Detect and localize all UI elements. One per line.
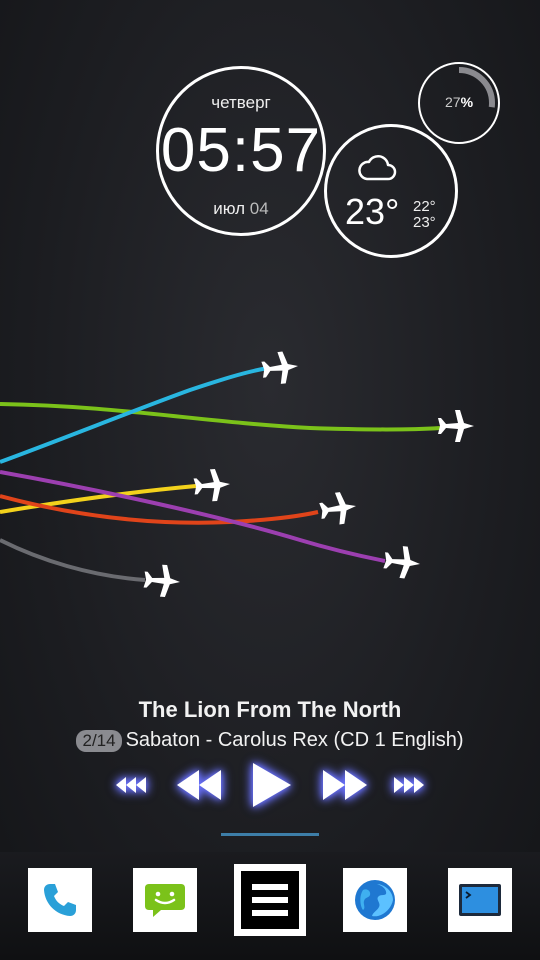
music-track-title[interactable]: The Lion From The North <box>0 697 540 723</box>
clock-time: 05:57 <box>160 116 322 185</box>
clock-date: июл 04 <box>159 199 323 219</box>
cloud-icon <box>358 155 397 181</box>
plane-icon <box>438 410 474 442</box>
browser-icon <box>355 880 395 920</box>
play-icon <box>253 763 291 807</box>
page-indicator <box>221 833 319 836</box>
browser-app[interactable] <box>343 868 407 932</box>
terminal-icon <box>459 884 501 916</box>
plane-icon <box>260 350 300 386</box>
clock-day: четверг <box>211 93 271 112</box>
skip-back-icon <box>116 777 146 793</box>
music-controls <box>0 758 540 812</box>
weather-widget[interactable]: 23° 22° 23° <box>324 124 458 258</box>
artist-album: Sabaton - Carolus Rex (CD 1 English) <box>125 729 464 751</box>
rewind-button[interactable] <box>172 758 226 812</box>
play-button[interactable] <box>244 758 298 812</box>
terminal-app[interactable] <box>448 868 512 932</box>
music-track-info: 2/14 Sabaton - Carolus Rex (CD 1 English) <box>0 729 540 752</box>
skip-forward-icon <box>394 777 424 793</box>
trail-gray <box>0 538 146 582</box>
trail-green <box>0 402 441 432</box>
battery-widget[interactable]: 27% <box>418 62 500 144</box>
skip-forward-button[interactable] <box>388 758 428 812</box>
battery-percent-sign: % <box>460 94 474 110</box>
plane-icon <box>142 563 182 598</box>
plane-icon <box>318 490 359 527</box>
phone-app[interactable] <box>28 868 92 932</box>
rewind-icon <box>177 770 221 800</box>
skip-back-button[interactable] <box>112 758 152 812</box>
weather-low: 23° <box>413 214 436 231</box>
messaging-app[interactable] <box>133 868 197 932</box>
fast-forward-button[interactable] <box>318 758 372 812</box>
fast-forward-icon <box>323 770 367 800</box>
wallpaper-airplanes <box>0 350 474 598</box>
clock-month: июл <box>213 199 246 218</box>
phone-icon <box>44 884 76 916</box>
weather-high-low: 22° 23° <box>413 199 436 231</box>
trail-orange <box>0 494 319 525</box>
messaging-icon <box>145 884 185 917</box>
trail-blue <box>0 366 269 464</box>
weather-high: 22° <box>413 198 436 215</box>
track-position-badge: 2/14 <box>76 730 122 752</box>
app-drawer-icon <box>241 871 299 929</box>
app-drawer-button[interactable] <box>234 864 306 936</box>
plane-icon <box>382 544 422 580</box>
battery-percent: 27% <box>420 94 498 110</box>
clock-widget[interactable]: четверг 05:57 июл 04 <box>156 66 326 236</box>
weather-temperature: 23° <box>345 191 400 232</box>
clock-day-number: 04 <box>249 199 269 218</box>
battery-value: 27 <box>444 94 461 110</box>
plane-icon <box>192 468 232 503</box>
dock <box>0 852 540 960</box>
